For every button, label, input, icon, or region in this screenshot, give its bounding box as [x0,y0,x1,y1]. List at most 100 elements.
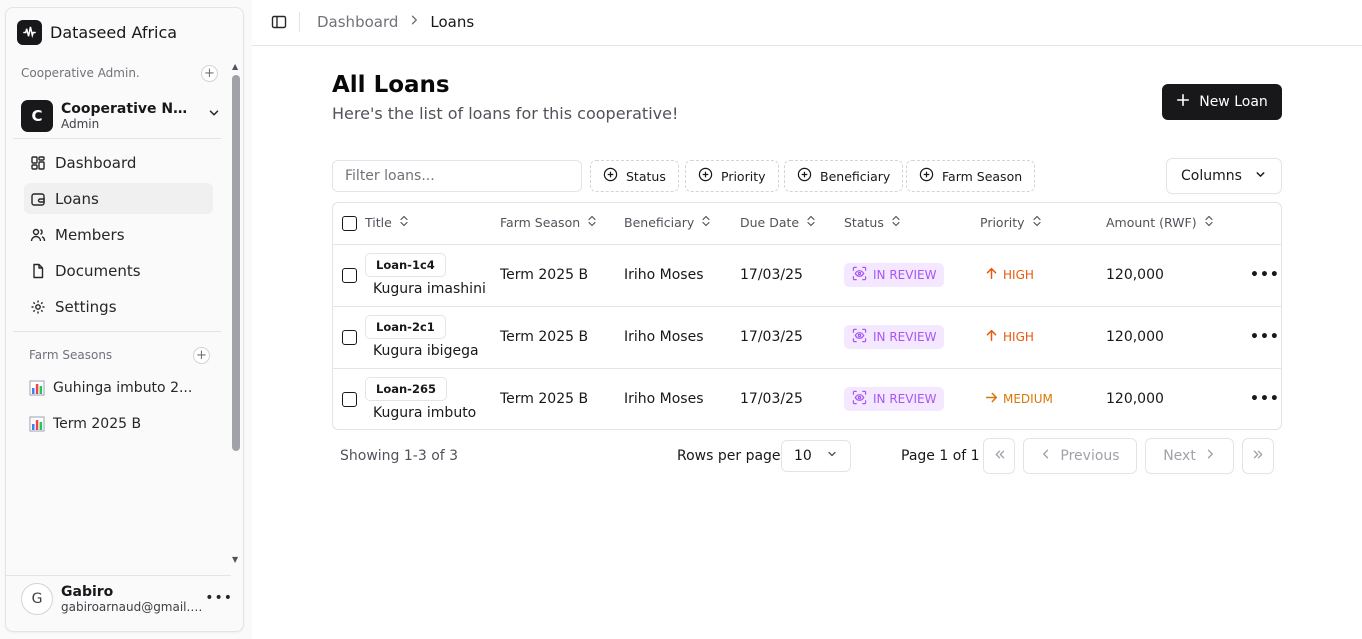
facet-label: Priority [721,168,766,184]
scroll-up-icon[interactable]: ▲ [232,63,238,71]
arrow-up-icon [985,329,998,345]
cooperative-role: Admin [61,117,100,131]
sidebar-item-members[interactable]: Members [24,219,213,250]
plus-icon [1176,93,1190,111]
sort-icon [700,215,712,230]
sidebar-item-label: Dashboard [55,153,137,172]
bar-chart-icon [29,380,45,396]
new-loan-button[interactable]: New Loan [1162,84,1282,120]
column-header-title[interactable]: Title [365,215,410,230]
user-email: gabiroarnaud@gmail.co... [61,600,206,614]
row-checkbox[interactable] [342,268,357,283]
brand[interactable]: Dataseed Africa [17,20,177,45]
columns-button[interactable]: Columns [1166,158,1282,194]
column-header-due-date[interactable]: Due Date [740,215,817,230]
bar-chart-icon [29,416,45,432]
facet-label: Farm Season [942,168,1023,184]
sort-icon [398,215,410,230]
next-page-button[interactable]: Next [1145,438,1234,474]
column-header-priority[interactable]: Priority [980,215,1043,230]
status-badge: IN REVIEW [844,387,945,411]
sidebar-item-loans[interactable]: Loans [24,183,213,214]
scroll-down-icon[interactable]: ▼ [232,556,238,564]
sidebar-toggle-icon[interactable] [271,14,287,34]
add-farm-season-button[interactable]: + [193,347,210,364]
topbar-separator [299,12,300,32]
sidebar-item-settings[interactable]: Settings [24,291,213,322]
users-icon [30,227,46,243]
scroll-thumb[interactable] [232,75,240,451]
column-header-farm-season[interactable]: Farm Season [500,215,598,230]
sidebar-item-label: Loans [55,189,99,208]
loan-id-badge: Loan-265 [365,377,447,401]
sidebar-scrollbar[interactable]: ▲ ▼ [231,63,241,569]
wallet-icon [30,191,46,207]
loan-title: Kugura ibigega [373,343,479,359]
breadcrumb-dashboard-link[interactable]: Dashboard [317,13,398,31]
main-content: Dashboard Loans All Loans Here's the lis… [252,0,1362,639]
sidebar-item-label: Members [55,225,125,244]
priority-label: HIGH [1003,330,1034,344]
column-header-status[interactable]: Status [844,215,902,230]
row-actions-icon[interactable]: ••• [1250,391,1280,407]
page-info: Page 1 of 1 [901,448,980,464]
chevron-down-icon [207,106,221,124]
last-page-button[interactable] [1242,438,1274,474]
column-header-amount[interactable]: Amount (RWF) [1106,215,1215,230]
farm-season-filter-button[interactable]: Farm Season [906,160,1036,192]
row-checkbox[interactable] [342,392,357,407]
beneficiary-filter-button[interactable]: Beneficiary [784,160,904,192]
select-all-checkbox[interactable] [342,216,357,231]
chevron-down-icon [826,448,838,464]
loans-table: Title Farm Season Beneficiary Due Date S… [332,202,1282,430]
coop-group-label: Cooperative Admin. [21,66,140,80]
column-header-beneficiary[interactable]: Beneficiary [624,215,712,230]
status-label: IN REVIEW [873,268,937,282]
plus-circle-icon [797,167,812,185]
table-row[interactable]: Loan-265 Kugura imbuto Term 2025 B Iriho… [333,369,1281,429]
brand-name: Dataseed Africa [50,23,178,42]
row-actions-icon[interactable]: ••• [1250,267,1280,283]
brand-logo-icon [17,20,42,45]
loan-farm-season: Term 2025 B [500,267,589,283]
priority-label: MEDIUM [1003,392,1053,406]
table-row[interactable]: Loan-2c1 Kugura ibigega Term 2025 B Irih… [333,307,1281,369]
sidebar-season-item[interactable]: Guhinga imbuto 2... [29,374,219,402]
sidebar-item-dashboard[interactable]: Dashboard [24,147,213,178]
priority-indicator: HIGH [985,329,1034,345]
arrow-right-icon [985,391,998,407]
sidebar-item-documents[interactable]: Documents [24,255,213,286]
user-menu[interactable]: G Gabiro gabiroarnaud@gmail.co... ••• [21,582,236,616]
breadcrumb-current: Loans [430,13,475,31]
facet-label: Status [626,168,666,184]
row-actions-icon[interactable]: ••• [1250,329,1280,345]
first-page-button[interactable] [983,438,1015,474]
status-filter-button[interactable]: Status [590,160,679,192]
columns-label: Columns [1181,168,1242,184]
rows-per-page-select[interactable]: 10 [781,440,851,472]
rows-per-page-label: Rows per page [677,448,781,464]
loan-beneficiary: Iriho Moses [624,329,704,345]
loan-id-badge: Loan-1c4 [365,253,446,277]
row-checkbox[interactable] [342,330,357,345]
sidebar-season-item[interactable]: Term 2025 B [29,410,219,438]
sidebar-divider [13,138,221,139]
more-horizontal-icon[interactable]: ••• [205,590,233,606]
table-header: Title Farm Season Beneficiary Due Date S… [333,203,1281,245]
sort-icon [1203,215,1215,230]
sort-icon [586,215,598,230]
arrow-up-icon [985,267,998,283]
topbar: Dashboard Loans [252,0,1362,46]
previous-page-button[interactable]: Previous [1023,438,1137,474]
sidebar-divider [6,575,231,576]
new-loan-label: New Loan [1199,94,1268,110]
add-cooperative-button[interactable]: + [201,65,218,82]
status-badge: IN REVIEW [844,263,945,287]
loan-amount: 120,000 [1106,329,1164,345]
eye-scan-icon [852,266,867,284]
loan-beneficiary: Iriho Moses [624,391,704,407]
priority-filter-button[interactable]: Priority [685,160,779,192]
cooperative-switcher[interactable]: C Cooperative Ngo... Admin [21,96,221,136]
filter-loans-input[interactable] [332,160,582,192]
table-row[interactable]: Loan-1c4 Kugura imashini Term 2025 B Iri… [333,245,1281,307]
